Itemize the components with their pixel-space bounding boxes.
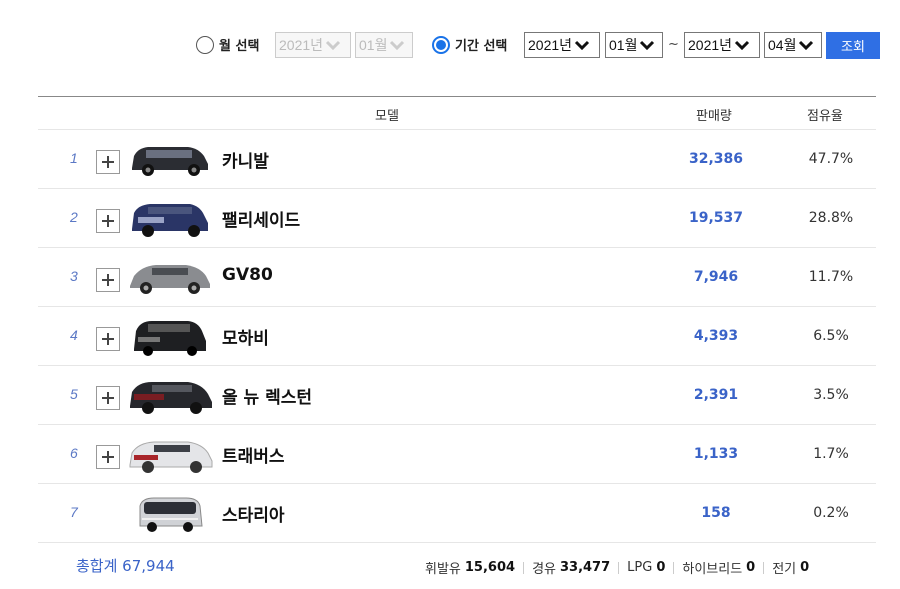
from-month-value: 01월	[609, 37, 638, 53]
table-row: 3 GV80 7,946 11.7%	[38, 248, 876, 307]
fuel-value: 0	[800, 560, 810, 575]
total-sales: 총합계 67,944	[76, 557, 175, 575]
chevron-down-icon	[734, 40, 750, 50]
to-year-select[interactable]: 2021년	[684, 32, 760, 58]
chevron-down-icon	[390, 40, 405, 50]
header-sales: 판매량	[696, 109, 732, 124]
table-row: 6 트래버스 1,133 1.7%	[38, 425, 876, 484]
model-name[interactable]: 모하비	[222, 324, 269, 349]
market-share: 6.5%	[813, 328, 849, 344]
model-name[interactable]: 팰리세이드	[222, 206, 300, 231]
expand-plus-icon[interactable]	[96, 327, 120, 351]
expand-plus-icon[interactable]	[96, 268, 120, 292]
sales-table: 모델 판매량 점유율 1 카니발 32,386 47.7% 2 팰리세이드 19…	[38, 96, 876, 543]
car-thumbnail-icon	[134, 321, 206, 356]
chevron-down-icon	[325, 40, 341, 50]
car-thumbnail-icon	[132, 147, 208, 176]
fuel-breakdown: 휘발유 15,604 경유 33,477 LPG 0 하이브리드 0 전기 0	[425, 558, 809, 577]
model-name[interactable]: GV80	[222, 265, 273, 285]
month-month-value: 01월	[359, 37, 388, 53]
to-year-value: 2021년	[688, 37, 733, 53]
sales-count: 4,393	[693, 328, 739, 344]
fuel-label: 경유	[532, 562, 556, 577]
sales-count: 1,133	[693, 446, 739, 462]
market-share: 1.7%	[813, 446, 849, 462]
table-row: 7 스타리아 158 0.2%	[38, 484, 876, 543]
period-select-option[interactable]: 기간 선택	[432, 35, 507, 54]
rank: 4	[70, 327, 78, 343]
fuel-label: 휘발유	[425, 562, 461, 577]
header-model: 모델	[375, 109, 399, 124]
market-share: 47.7%	[808, 151, 854, 167]
car-thumbnail-icon	[132, 204, 208, 237]
fuel-label: LPG	[627, 560, 653, 575]
to-month-select[interactable]: 04월	[764, 32, 822, 58]
chevron-down-icon	[574, 40, 590, 50]
from-month-select[interactable]: 01월	[605, 32, 663, 58]
rank: 5	[70, 386, 78, 402]
rank: 6	[70, 445, 78, 461]
table-row: 5 올 뉴 렉스턴 2,391 3.5%	[38, 366, 876, 425]
rank: 3	[70, 268, 78, 284]
sales-count: 19,537	[688, 210, 744, 226]
period-radio-label: 기간 선택	[455, 39, 508, 54]
expand-plus-icon[interactable]	[96, 150, 120, 174]
sales-count: 2,391	[693, 387, 739, 403]
query-button[interactable]: 조회	[826, 32, 880, 59]
from-year-value: 2021년	[528, 37, 573, 53]
filter-bar: 월 선택 2021년 01월 기간 선택 2021년 01월 ~ 2021년 0…	[0, 32, 900, 62]
expand-plus-icon[interactable]	[96, 386, 120, 410]
market-share: 11.7%	[808, 269, 854, 285]
divider	[523, 561, 525, 574]
car-thumbnail-icon	[129, 441, 213, 473]
sales-count: 32,386	[688, 151, 744, 167]
car-thumbnail-icon	[139, 497, 203, 532]
chevron-down-icon	[640, 40, 655, 50]
market-share: 28.8%	[808, 210, 854, 226]
model-name[interactable]: 올 뉴 렉스턴	[222, 383, 312, 408]
rank: 7	[70, 504, 78, 520]
table-header: 모델 판매량 점유율	[38, 96, 876, 130]
month-radio[interactable]	[196, 35, 214, 54]
month-select-option[interactable]: 월 선택	[196, 35, 259, 54]
header-share: 점유율	[807, 109, 843, 124]
fuel-value: 0	[656, 560, 666, 575]
fuel-value: 33,477	[559, 560, 611, 575]
fuel-label: 하이브리드	[682, 562, 743, 577]
model-name[interactable]: 카니발	[222, 147, 269, 172]
chevron-down-icon	[799, 40, 814, 50]
sales-count: 158	[701, 505, 731, 521]
month-radio-label: 월 선택	[219, 39, 260, 54]
month-month-select[interactable]: 01월	[355, 32, 413, 58]
rank: 2	[70, 209, 78, 225]
divider	[673, 561, 675, 574]
month-year-select[interactable]: 2021년	[275, 32, 351, 58]
table-row: 4 모하비 4,393 6.5%	[38, 307, 876, 366]
fuel-value: 15,604	[464, 560, 516, 575]
model-name[interactable]: 스타리아	[222, 501, 285, 526]
fuel-label: 전기	[772, 562, 797, 577]
market-share: 3.5%	[813, 387, 849, 403]
divider	[618, 561, 620, 574]
period-radio[interactable]	[432, 35, 450, 54]
table-row: 2 팰리세이드 19,537 28.8%	[38, 189, 876, 248]
model-name[interactable]: 트래버스	[222, 442, 285, 467]
fuel-value: 0	[746, 560, 756, 575]
to-month-value: 04월	[768, 37, 797, 53]
range-separator: ~	[668, 37, 679, 52]
divider	[763, 561, 765, 574]
from-year-select[interactable]: 2021년	[524, 32, 600, 58]
sales-count: 7,946	[693, 269, 739, 285]
table-row: 1 카니발 32,386 47.7%	[38, 130, 876, 189]
rank: 1	[70, 150, 78, 166]
month-year-value: 2021년	[279, 37, 324, 53]
car-thumbnail-icon	[130, 382, 212, 414]
expand-plus-icon[interactable]	[96, 209, 120, 233]
market-share: 0.2%	[813, 505, 849, 521]
car-thumbnail-icon	[130, 265, 210, 294]
expand-plus-icon[interactable]	[96, 445, 120, 469]
